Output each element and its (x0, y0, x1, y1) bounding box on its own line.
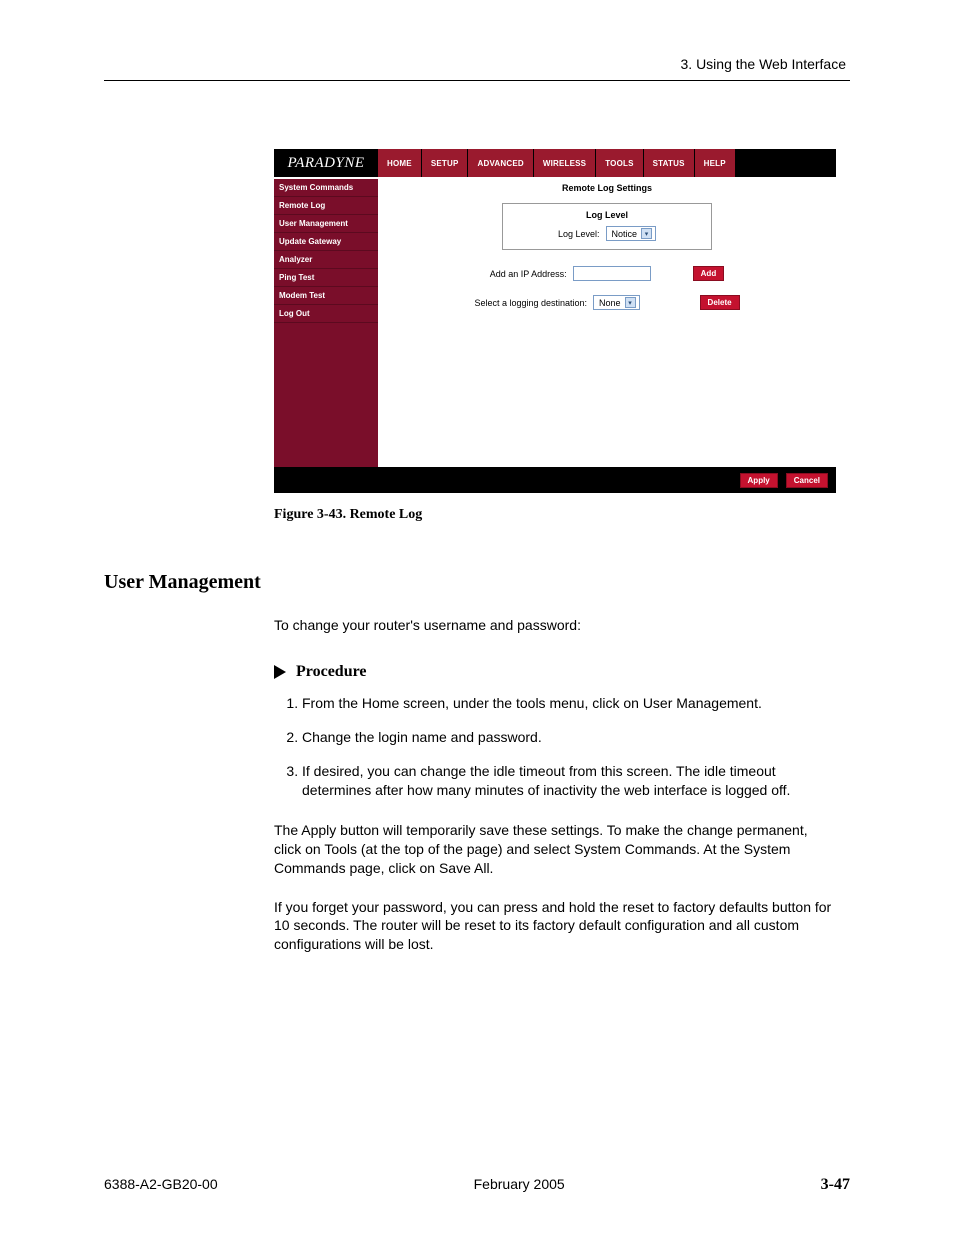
doc-id: 6388-A2-GB20-00 (104, 1176, 218, 1194)
add-ip-label: Add an IP Address: (490, 269, 567, 279)
sidebar-item-user-management[interactable]: User Management (274, 215, 378, 233)
chevron-down-icon: ▾ (625, 297, 636, 308)
section-heading: User Management (104, 571, 850, 594)
loglevel-label: Log Level: (558, 229, 600, 239)
panel-title: Remote Log Settings (388, 183, 826, 193)
page-number: 3-47 (821, 1176, 850, 1194)
page-footer: 6388-A2-GB20-00 February 2005 3-47 (104, 1176, 850, 1194)
brand-logo: PARADYNE (274, 149, 378, 177)
apply-button[interactable]: Apply (740, 473, 778, 488)
procedure-steps: From the Home screen, under the tools me… (274, 694, 834, 800)
sidebar: System Commands Remote Log User Manageme… (274, 177, 378, 467)
tab-tools[interactable]: TOOLS (596, 149, 643, 177)
sidebar-item-analyzer[interactable]: Analyzer (274, 251, 378, 269)
apply-note: The Apply button will temporarily save t… (274, 821, 834, 878)
footer-date: February 2005 (474, 1176, 565, 1194)
cancel-button[interactable]: Cancel (786, 473, 828, 488)
header-rule (104, 80, 850, 81)
running-head: 3. Using the Web Interface (104, 56, 850, 72)
sidebar-item-remote-log[interactable]: Remote Log (274, 197, 378, 215)
router-footer: Apply Cancel (274, 467, 836, 493)
tab-wireless[interactable]: WIRELESS (534, 149, 596, 177)
add-button[interactable]: Add (693, 266, 725, 281)
destination-value: None (599, 298, 621, 308)
sidebar-item-system-commands[interactable]: System Commands (274, 179, 378, 197)
loglevel-value: Notice (612, 229, 638, 239)
sidebar-item-log-out[interactable]: Log Out (274, 305, 378, 323)
step-1: From the Home screen, under the tools me… (302, 694, 834, 714)
procedure-label: Procedure (296, 661, 367, 683)
select-destination-label: Select a logging destination: (474, 298, 587, 308)
sidebar-item-ping-test[interactable]: Ping Test (274, 269, 378, 287)
sidebar-item-modem-test[interactable]: Modem Test (274, 287, 378, 305)
tab-status[interactable]: STATUS (644, 149, 695, 177)
step-2: Change the login name and password. (302, 728, 834, 748)
tab-home[interactable]: HOME (378, 149, 422, 177)
tab-setup[interactable]: SETUP (422, 149, 469, 177)
content-panel: Remote Log Settings Log Level Log Level:… (378, 177, 836, 467)
loglevel-select[interactable]: Notice ▾ (606, 226, 657, 241)
chevron-down-icon: ▾ (641, 228, 652, 239)
loglevel-box-title: Log Level (513, 210, 701, 220)
forgot-password-note: If you forget your password, you can pre… (274, 898, 834, 955)
intro-text: To change your router's username and pas… (274, 616, 834, 635)
step-3: If desired, you can change the idle time… (302, 762, 834, 801)
add-ip-input[interactable] (573, 266, 651, 281)
delete-button[interactable]: Delete (700, 295, 740, 310)
sidebar-item-update-gateway[interactable]: Update Gateway (274, 233, 378, 251)
triangle-bullet-icon (274, 665, 286, 679)
tab-advanced[interactable]: ADVANCED (468, 149, 533, 177)
top-tabs: HOME SETUP ADVANCED WIRELESS TOOLS STATU… (378, 149, 736, 177)
destination-select[interactable]: None ▾ (593, 295, 640, 310)
loglevel-box: Log Level Log Level: Notice ▾ (502, 203, 712, 250)
router-topbar: PARADYNE HOME SETUP ADVANCED WIRELESS TO… (274, 149, 836, 177)
figure-caption: Figure 3-43. Remote Log (274, 507, 836, 523)
router-ui: PARADYNE HOME SETUP ADVANCED WIRELESS TO… (274, 149, 836, 493)
tab-help[interactable]: HELP (695, 149, 736, 177)
